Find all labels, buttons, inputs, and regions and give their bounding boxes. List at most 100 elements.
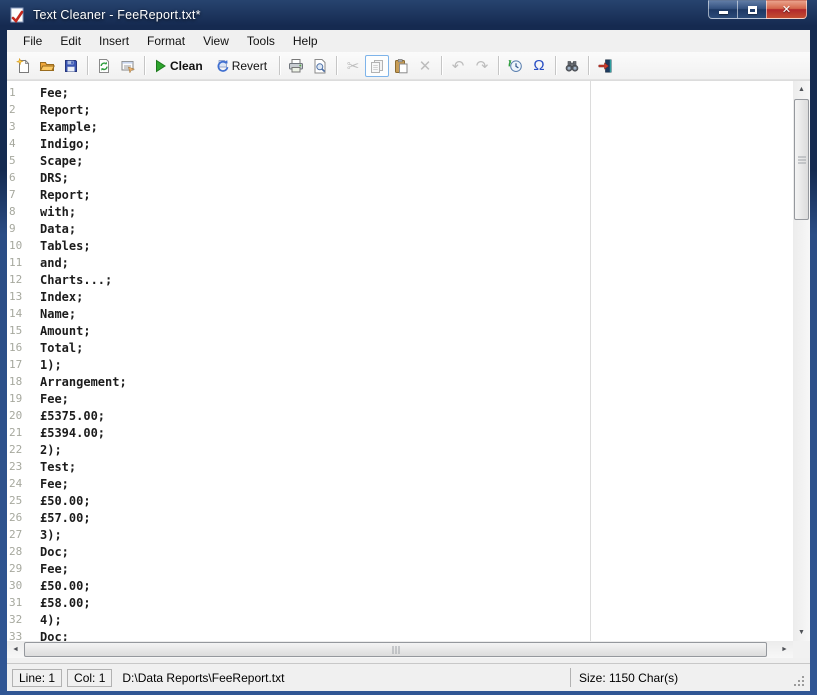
save-file-button[interactable]	[59, 55, 83, 77]
line-number: 20	[9, 409, 23, 422]
line-number: 3	[9, 120, 16, 133]
editor-line[interactable]: 25 £50.00;	[7, 492, 793, 509]
exit-button[interactable]	[593, 55, 617, 77]
find-button[interactable]	[560, 55, 584, 77]
statusbar: Line: 1 Col: 1 D:\Data Reports\FeeReport…	[7, 663, 810, 691]
editor-line[interactable]: 30 £50.00;	[7, 577, 793, 594]
editor-line[interactable]: 13 Index;	[7, 288, 793, 305]
undo-button[interactable]: ↶	[446, 55, 470, 77]
line-text: 4);	[40, 612, 62, 627]
editor-line[interactable]: 29 Fee;	[7, 560, 793, 577]
line-number: 33	[9, 630, 23, 641]
editor-line[interactable]: 24 Fee;	[7, 475, 793, 492]
redo-button[interactable]: ↷	[470, 55, 494, 77]
line-text: with;	[40, 204, 77, 219]
scroll-left-arrow[interactable]: ◄	[7, 641, 24, 658]
editor-line[interactable]: 32 4);	[7, 611, 793, 628]
save-icon	[65, 59, 77, 72]
editor-line[interactable]: 22 2);	[7, 441, 793, 458]
window-title: Text Cleaner - FeeReport.txt*	[33, 8, 201, 22]
print-preview-button[interactable]	[308, 55, 332, 77]
editor-line[interactable]: 14 Name;	[7, 305, 793, 322]
paste-button[interactable]	[389, 55, 413, 77]
line-text: Report;	[40, 102, 91, 117]
scroll-up-arrow[interactable]: ▲	[793, 81, 810, 98]
line-text: Doc;	[40, 544, 69, 559]
menu-item[interactable]: Edit	[51, 31, 90, 51]
editor-line[interactable]: 4 Indigo;	[7, 135, 793, 152]
new-file-button[interactable]	[11, 55, 35, 77]
menu-item[interactable]: Help	[284, 31, 327, 51]
editor-line[interactable]: 11 and;	[7, 254, 793, 271]
editor-line[interactable]: 15 Amount;	[7, 322, 793, 339]
editor-line[interactable]: 8 with;	[7, 203, 793, 220]
resize-grip[interactable]	[794, 676, 804, 686]
clean-play-icon	[156, 59, 166, 72]
line-number: 28	[9, 545, 23, 558]
editor-line[interactable]: 10 Tables;	[7, 237, 793, 254]
minimize-button[interactable]	[708, 0, 737, 19]
editor-line[interactable]: 18 Arrangement;	[7, 373, 793, 390]
editor-line[interactable]: 3 Example;	[7, 118, 793, 135]
menu-item[interactable]: Format	[138, 31, 194, 51]
editor-line[interactable]: 19 Fee;	[7, 390, 793, 407]
editor-line[interactable]: 23 Test;	[7, 458, 793, 475]
editor-line[interactable]: 27 3);	[7, 526, 793, 543]
close-button[interactable]: ✕	[766, 0, 807, 19]
vertical-scrollbar[interactable]: ▲ ▼	[793, 81, 810, 641]
line-text: Example;	[40, 119, 98, 134]
maximize-button[interactable]	[737, 0, 766, 19]
delete-icon: ✕	[418, 56, 432, 75]
editor-line[interactable]: 1 Fee;	[7, 84, 793, 101]
menu-item[interactable]: File	[14, 31, 51, 51]
line-number: 8	[9, 205, 16, 218]
vertical-scroll-thumb[interactable]	[794, 99, 809, 220]
editor-line[interactable]: 17 1);	[7, 356, 793, 373]
scroll-right-arrow[interactable]: ►	[776, 641, 793, 658]
reload-file-button[interactable]	[92, 55, 116, 77]
horizontal-scroll-thumb[interactable]	[24, 642, 767, 657]
insert-datetime-button[interactable]	[503, 55, 527, 77]
toolbar-separator	[144, 56, 145, 75]
insert-symbol-button[interactable]: Ω	[527, 55, 551, 77]
menu-item[interactable]: View	[194, 31, 238, 51]
menu-item[interactable]: Tools	[238, 31, 284, 51]
print-icon	[289, 58, 304, 72]
menu-item[interactable]: Insert	[90, 31, 138, 51]
cut-button[interactable]: ✂	[341, 55, 365, 77]
line-number: 6	[9, 171, 16, 184]
editor-line[interactable]: 26 £57.00;	[7, 509, 793, 526]
editor-line[interactable]: 16 Total;	[7, 339, 793, 356]
horizontal-scrollbar[interactable]: ◄ ►	[7, 641, 793, 658]
window-content: FileEditInsertFormatViewToolsHelp	[7, 30, 810, 691]
editor-line[interactable]: 7 Report;	[7, 186, 793, 203]
line-number: 10	[9, 239, 23, 252]
editor-line[interactable]: 31 £58.00;	[7, 594, 793, 611]
text-editor[interactable]: 1 Fee; 2 Report; 3 Example; 4 Indigo; 5 …	[7, 80, 810, 641]
revert-button[interactable]: Revert	[211, 55, 275, 77]
line-number: 11	[9, 256, 23, 269]
editor-line[interactable]: 9 Data;	[7, 220, 793, 237]
editor-line[interactable]: 33 Doc;	[7, 628, 793, 642]
print-button[interactable]	[284, 55, 308, 77]
copy-button[interactable]	[365, 54, 390, 77]
file-properties-button[interactable]	[116, 55, 140, 77]
editor-line[interactable]: 2 Report;	[7, 101, 793, 118]
exit-door-icon	[598, 58, 612, 72]
line-number: 31	[9, 596, 23, 609]
delete-button[interactable]: ✕	[413, 55, 437, 77]
open-file-button[interactable]	[35, 55, 59, 77]
scroll-down-arrow[interactable]: ▼	[793, 624, 810, 641]
editor-line[interactable]: 28 Doc;	[7, 543, 793, 560]
editor-line[interactable]: 12 Charts...;	[7, 271, 793, 288]
line-number: 25	[9, 494, 23, 507]
paste-icon	[395, 58, 408, 73]
editor-line[interactable]: 21 £5394.00;	[7, 424, 793, 441]
line-number: 32	[9, 613, 23, 626]
window-controls: ✕	[708, 0, 807, 19]
editor-line[interactable]: 6 DRS;	[7, 169, 793, 186]
editor-line[interactable]: 5 Scape;	[7, 152, 793, 169]
clean-button[interactable]: Clean	[149, 55, 211, 77]
toolbar-separator	[588, 56, 590, 75]
editor-line[interactable]: 20 £5375.00;	[7, 407, 793, 424]
